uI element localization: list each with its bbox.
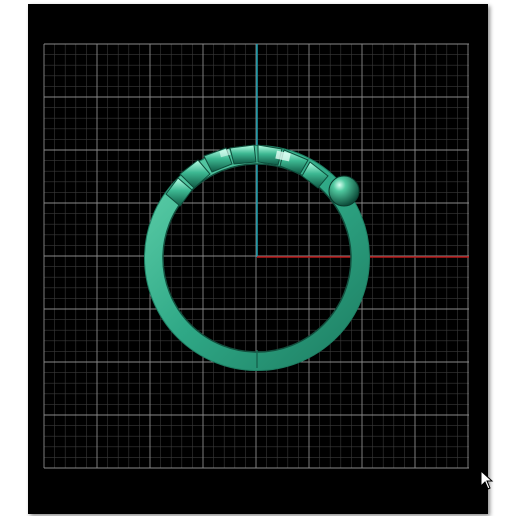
viewport-scene[interactable] <box>28 4 488 514</box>
ring-ball-ornament <box>328 175 360 207</box>
arrow-cursor-icon <box>480 470 494 490</box>
ring-stone-settings <box>165 144 329 207</box>
app-window <box>0 0 516 516</box>
3d-viewport[interactable] <box>28 4 494 514</box>
